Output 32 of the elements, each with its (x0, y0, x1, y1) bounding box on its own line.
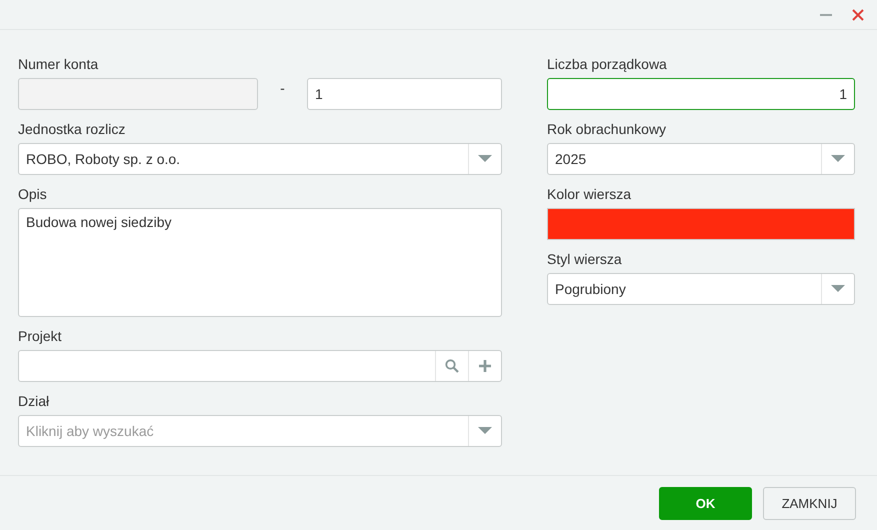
field-label: Projekt (18, 328, 63, 344)
ok-button[interactable]: OK (659, 486, 752, 520)
dropdown-field[interactable]: 2025 (547, 143, 855, 175)
dropdown-field[interactable]: ROBO, Roboty sp. z o.o. (18, 143, 502, 175)
dropdown-caret-icon[interactable] (831, 285, 845, 293)
input-field[interactable]: 1 (547, 78, 855, 110)
dropdown-value: Pogrubiony (554, 280, 627, 299)
search-icon[interactable] (445, 359, 459, 373)
field-label: Styl wiersza (547, 251, 623, 267)
field-label: Opis (18, 186, 48, 202)
minimize-icon[interactable] (820, 14, 832, 16)
field-label: Kolor wiersza (547, 186, 632, 202)
dropdown-caret-icon[interactable] (831, 155, 845, 163)
close-icon[interactable] (852, 8, 864, 20)
separator: - (279, 80, 286, 96)
dropdown-placeholder: Kliknij aby wyszukać (25, 422, 155, 441)
description-textarea[interactable]: Budowa nowej siedziby (18, 208, 502, 317)
field-label: Jednostka rozlicz (18, 121, 126, 137)
field-label: Rok obrachunkowy (547, 121, 668, 137)
dropdown-value: ROBO, Roboty sp. z o.o. (25, 150, 182, 169)
dropdown-value: 2025 (554, 150, 588, 169)
plus-icon[interactable] (479, 360, 491, 372)
close-button[interactable]: ZAMKNIJ (763, 486, 856, 520)
dropdown-caret-icon[interactable] (478, 427, 492, 435)
dropdown-field[interactable]: Pogrubiony (547, 273, 855, 305)
field-label: Dział (18, 393, 50, 409)
color-swatch[interactable] (547, 208, 855, 240)
lookup-field[interactable] (18, 350, 502, 382)
field-label: Numer konta (18, 56, 100, 72)
account-number-field[interactable]: 1 (307, 78, 502, 110)
dropdown-caret-icon[interactable] (478, 155, 492, 163)
field-label: Liczba porządkowa (547, 56, 668, 72)
